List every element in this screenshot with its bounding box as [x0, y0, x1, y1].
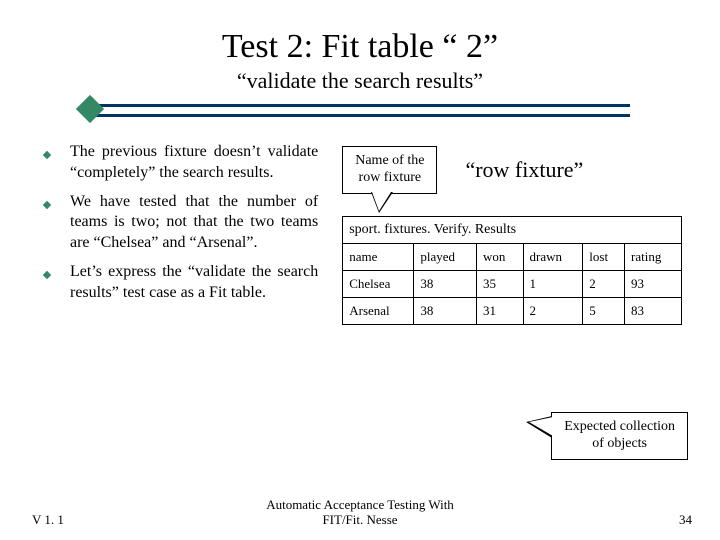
- title-underline: [90, 104, 630, 118]
- table-cell: 93: [625, 270, 682, 297]
- row-fixture-label: “row fixture”: [465, 157, 583, 183]
- bullet-item: The previous fixture doesn’t validate “c…: [38, 142, 318, 184]
- right-column: Name of the row fixture “row fixture” sp…: [334, 142, 682, 325]
- table-header-cell: played: [414, 243, 477, 270]
- bullet-item: We have tested that the number of teams …: [38, 192, 318, 254]
- bullet-text: The previous fixture doesn’t validate “c…: [56, 142, 318, 184]
- bullet-item: Let’s express the “validate the search r…: [38, 262, 318, 304]
- table-cell: 35: [477, 270, 524, 297]
- table-header-cell: won: [477, 243, 524, 270]
- slide-title: Test 2: Fit table “ 2”: [0, 28, 720, 66]
- bullet-icon: [38, 262, 56, 304]
- fixture-name-cell: sport. fixtures. Verify. Results: [343, 216, 682, 243]
- table-cell: 83: [625, 297, 682, 324]
- table-header-row: name played won drawn lost rating: [343, 243, 682, 270]
- bullet-column: The previous fixture doesn’t validate “c…: [38, 142, 334, 325]
- fixture-name-row: sport. fixtures. Verify. Results: [343, 216, 682, 243]
- table-cell: 1: [523, 270, 583, 297]
- title-block: Test 2: Fit table “ 2” “validate the sea…: [0, 0, 720, 118]
- content-area: The previous fixture doesn’t validate “c…: [0, 118, 720, 325]
- callout-name-of-row-fixture: Name of the row fixture: [342, 146, 437, 194]
- table-cell: 2: [523, 297, 583, 324]
- table-cell: Arsenal: [343, 297, 414, 324]
- table-cell: 38: [414, 270, 477, 297]
- table-cell: Chelsea: [343, 270, 414, 297]
- table-header-cell: drawn: [523, 243, 583, 270]
- bullet-list: The previous fixture doesn’t validate “c…: [38, 142, 318, 304]
- footer-page-number: 34: [650, 512, 720, 528]
- bullet-icon: [38, 192, 56, 254]
- bullet-text: We have tested that the number of teams …: [56, 192, 318, 254]
- footer-version: V 1. 1: [0, 512, 70, 528]
- table-cell: 38: [414, 297, 477, 324]
- table-header-cell: name: [343, 243, 414, 270]
- bullet-text: Let’s express the “validate the search r…: [56, 262, 318, 304]
- callout-row: Name of the row fixture “row fixture”: [342, 146, 682, 194]
- slide-subtitle: “validate the search results”: [0, 68, 720, 94]
- table-header-cell: lost: [583, 243, 625, 270]
- bullet-icon: [38, 142, 56, 184]
- table-cell: 5: [583, 297, 625, 324]
- slide: Test 2: Fit table “ 2” “validate the sea…: [0, 0, 720, 540]
- callout-text: Expected collection of objects: [564, 419, 675, 451]
- table-cell: 31: [477, 297, 524, 324]
- table-row: Arsenal 38 31 2 5 83: [343, 297, 682, 324]
- table-row: Chelsea 38 35 1 2 93: [343, 270, 682, 297]
- callout-expected-collection: Expected collection of objects: [551, 412, 688, 460]
- table-header-cell: rating: [625, 243, 682, 270]
- footer: V 1. 1 Automatic Acceptance Testing With…: [0, 497, 720, 528]
- footer-center: Automatic Acceptance Testing With FIT/Fi…: [70, 497, 650, 528]
- fit-table: sport. fixtures. Verify. Results name pl…: [342, 216, 682, 325]
- callout-text: Name of the row fixture: [355, 153, 424, 185]
- table-cell: 2: [583, 270, 625, 297]
